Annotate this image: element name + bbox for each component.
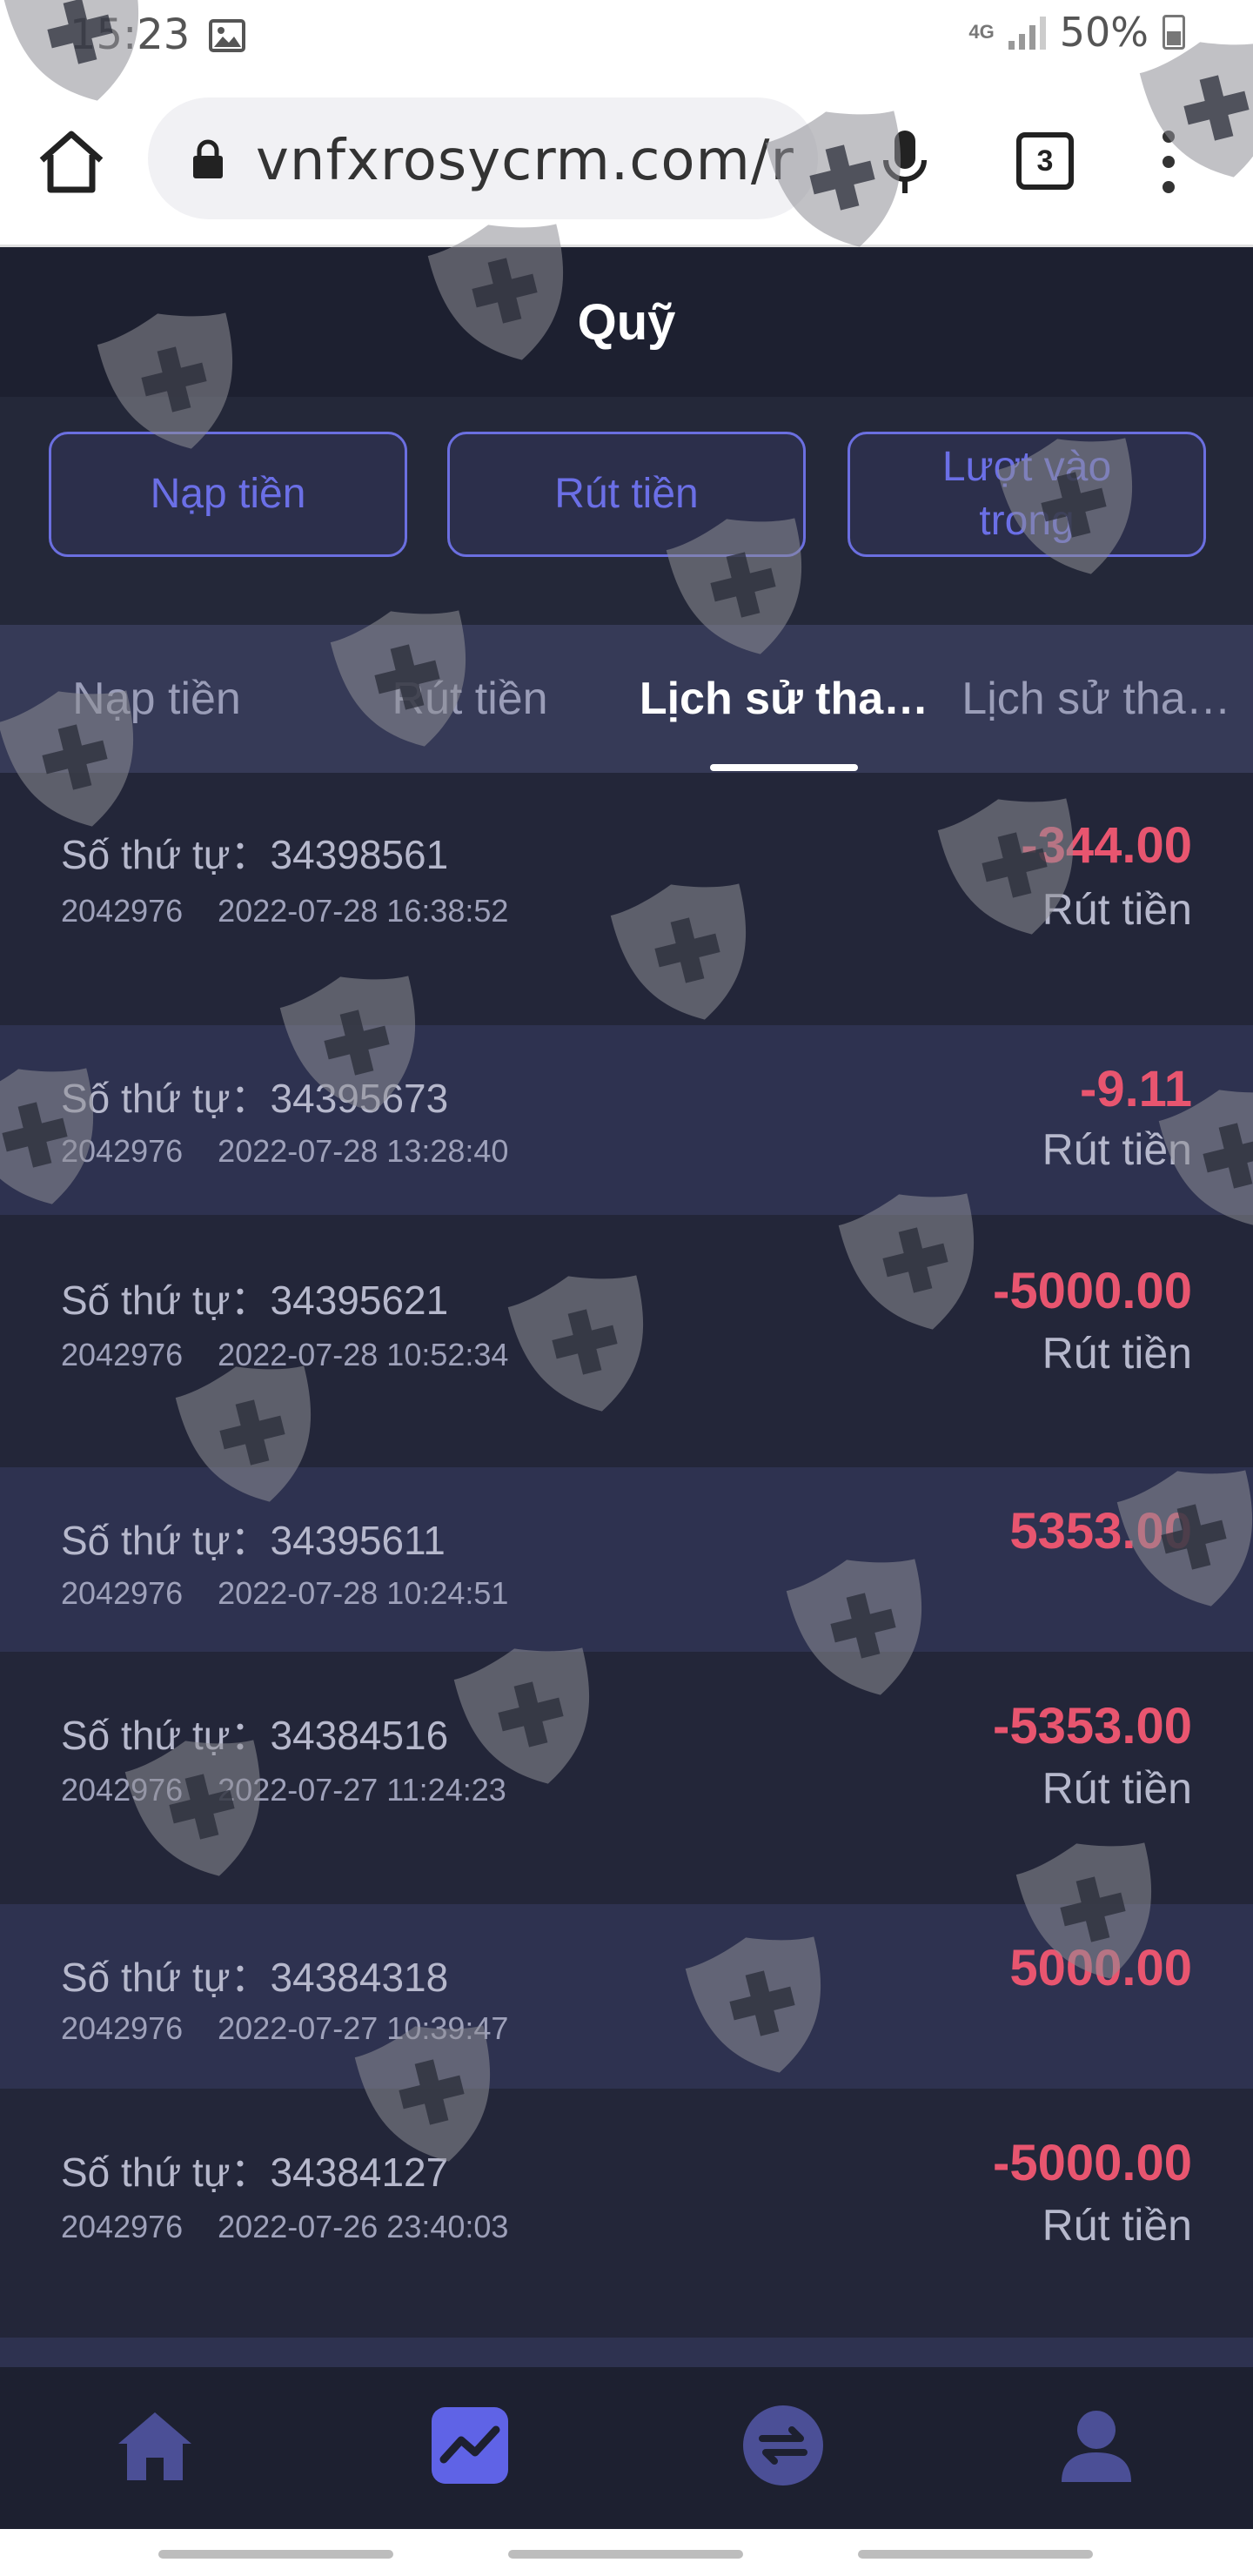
- record-meta: 2042976 2022-07-27 10:39:47: [61, 2010, 508, 2047]
- record-account: 2042976: [61, 1772, 184, 1808]
- home-icon[interactable]: [111, 2402, 198, 2489]
- list-item[interactable]: Số thứ tự：34384127 2042976 2022-07-26 23:…: [0, 2089, 1253, 2338]
- record-amount: 5000.00: [1009, 1940, 1192, 1996]
- gesture-pill-left[interactable]: [158, 2550, 393, 2559]
- record-date: 2022-07-26 23:40:03: [218, 2209, 509, 2244]
- more-menu-icon[interactable]: [1153, 125, 1184, 198]
- record-order-number: Số thứ tự：34384516: [61, 1713, 449, 1758]
- list-item-partial: [0, 2338, 1253, 2367]
- active-tab-indicator: [710, 764, 858, 771]
- record-date: 2022-07-28 16:38:52: [218, 893, 509, 929]
- address-bar[interactable]: vnfxrosycrm.com/r: [148, 97, 818, 219]
- record-amount: 5353.00: [1009, 1503, 1192, 1560]
- record-meta: 2042976 2022-07-28 10:24:51: [61, 1575, 508, 1612]
- action-button-row: Nạp tiền Rút tiền Lượt vào trong: [0, 397, 1253, 625]
- record-amount: -5000.00: [993, 2135, 1192, 2191]
- record-type: Rút tiền: [1042, 1764, 1192, 1813]
- page-header: Quỹ: [0, 247, 1253, 397]
- list-item[interactable]: Số thứ tự：34395621 2042976 2022-07-28 10:…: [0, 1215, 1253, 1467]
- record-meta: 2042976 2022-07-28 10:52:34: [61, 1337, 508, 1373]
- image-notification-icon: [209, 19, 245, 52]
- list-item[interactable]: Số thứ tự：34395611 2042976 2022-07-28 10:…: [0, 1467, 1253, 1652]
- list-item[interactable]: Số thứ tự：34395673 2042976 2022-07-28 13:…: [0, 1025, 1253, 1215]
- user-icon[interactable]: [1053, 2402, 1140, 2489]
- record-amount: -5000.00: [993, 1263, 1192, 1319]
- record-account: 2042976: [61, 893, 184, 929]
- record-type: Rút tiền: [1042, 885, 1192, 934]
- gesture-pill-center[interactable]: [508, 2550, 743, 2559]
- record-order-number: Số thứ tự：34395611: [61, 1518, 446, 1563]
- list-item[interactable]: Số thứ tự：34384318 2042976 2022-07-27 10:…: [0, 1904, 1253, 2089]
- bottom-navigation: [0, 2367, 1253, 2529]
- record-amount: -9.11: [1080, 1061, 1192, 1117]
- battery-icon: [1163, 15, 1185, 50]
- record-order-number: Số thứ tự：34384127: [61, 2150, 449, 2195]
- record-account: 2042976: [61, 2010, 184, 2046]
- record-date: 2022-07-28 13:28:40: [218, 1133, 509, 1169]
- battery-percent: 50%: [1059, 9, 1149, 56]
- record-date: 2022-07-28 10:24:51: [218, 1575, 509, 1611]
- record-date: 2022-07-27 10:39:47: [218, 2010, 509, 2046]
- network-type: 4G: [968, 21, 995, 43]
- tab-history-1[interactable]: Lịch sử tha…: [632, 625, 936, 773]
- deposit-button[interactable]: Nạp tiền: [49, 432, 407, 557]
- status-bar: 15:23 4G 50%: [0, 0, 1253, 73]
- tab-withdraw[interactable]: Rút tiền: [331, 625, 609, 773]
- microphone-icon[interactable]: [879, 125, 931, 198]
- tab-bar: Nạp tiền Rút tiền Lịch sử tha… Lịch sử t…: [0, 625, 1253, 773]
- record-meta: 2042976 2022-07-26 23:40:03: [61, 2209, 508, 2245]
- url-text: vnfxrosycrm.com/r: [256, 129, 794, 193]
- browser-toolbar: vnfxrosycrm.com/r 3: [0, 73, 1253, 247]
- record-meta: 2042976 2022-07-28 16:38:52: [61, 893, 508, 929]
- tab-deposit[interactable]: Nạp tiền: [17, 625, 296, 773]
- tab-switcher-button[interactable]: 3: [1016, 132, 1074, 190]
- tab-history-2[interactable]: Lịch sử tha…: [948, 625, 1244, 773]
- withdraw-button[interactable]: Rút tiền: [447, 432, 806, 557]
- page-title: Quỹ: [577, 293, 676, 351]
- record-account: 2042976: [61, 1337, 184, 1372]
- chart-icon[interactable]: [426, 2402, 513, 2489]
- app-content: Quỹ Nạp tiền Rút tiền Lượt vào trong Nạp…: [0, 247, 1253, 2532]
- list-item[interactable]: Số thứ tự：34384516 2042976 2022-07-27 11:…: [0, 1652, 1253, 1904]
- signal-icon: [1008, 15, 1046, 50]
- record-date: 2022-07-27 11:24:23: [218, 1772, 506, 1808]
- record-account: 2042976: [61, 2209, 184, 2244]
- record-type: Rút tiền: [1042, 1125, 1192, 1174]
- home-icon[interactable]: [35, 125, 108, 198]
- record-date: 2022-07-28 10:52:34: [218, 1337, 509, 1372]
- record-order-number: Số thứ tự：34384318: [61, 1955, 449, 2000]
- record-order-number: Số thứ tự：34395621: [61, 1278, 449, 1323]
- record-order-number: Số thứ tự：34398561: [61, 832, 449, 877]
- record-meta: 2042976 2022-07-27 11:24:23: [61, 1772, 506, 1808]
- record-type: Rút tiền: [1042, 2201, 1192, 2250]
- transfer-in-button[interactable]: Lượt vào trong: [848, 432, 1206, 557]
- system-gesture-bar: [0, 2529, 1253, 2576]
- record-amount: -5353.00: [993, 1698, 1192, 1754]
- gesture-pill-right[interactable]: [858, 2550, 1093, 2559]
- exchange-icon[interactable]: [740, 2402, 827, 2489]
- list-item[interactable]: Số thứ tự：34398561 2042976 2022-07-28 16:…: [0, 773, 1253, 999]
- status-time: 15:23: [70, 10, 191, 59]
- record-account: 2042976: [61, 1575, 184, 1611]
- record-meta: 2042976 2022-07-28 13:28:40: [61, 1133, 508, 1170]
- record-amount: -344.00: [1021, 817, 1192, 874]
- record-account: 2042976: [61, 1133, 184, 1169]
- record-type: Rút tiền: [1042, 1329, 1192, 1378]
- lock-icon: [193, 139, 223, 178]
- record-order-number: Số thứ tự：34395673: [61, 1076, 449, 1121]
